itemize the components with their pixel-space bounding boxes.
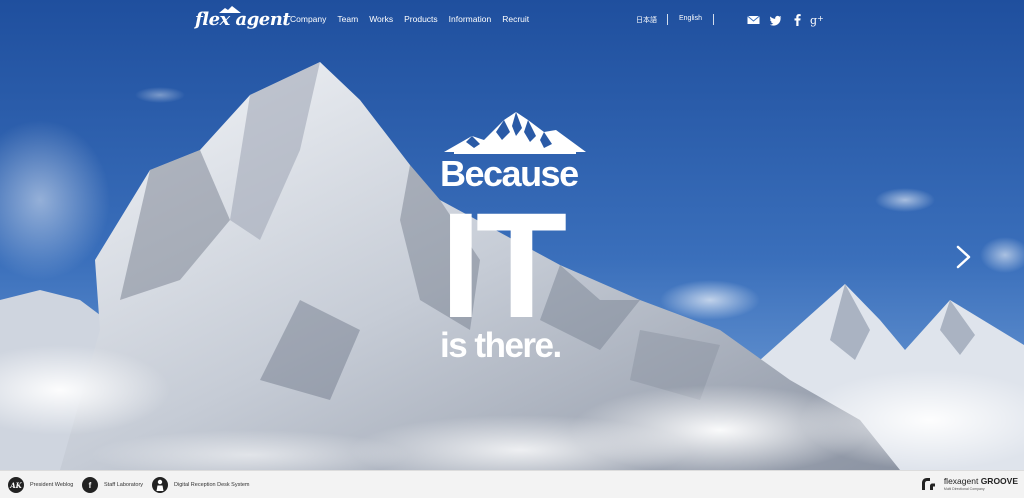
chevron-right-icon[interactable] [955, 244, 973, 270]
staff-laboratory-icon: f [82, 477, 98, 493]
groove-logo-icon [921, 477, 935, 490]
flexagent-logo[interactable]: flex agent [195, 6, 291, 30]
svg-text:g: g [810, 14, 817, 27]
svg-text:+: + [817, 14, 824, 23]
nav-item-team[interactable]: Team [337, 14, 358, 24]
logo-text: flex agent [195, 9, 291, 30]
reception-person-icon [152, 477, 168, 493]
language-english-link[interactable]: English [679, 15, 702, 22]
nav-item-information[interactable]: Information [449, 14, 492, 24]
footer-bar: AK President Weblog f Staff Laboratory D… [0, 470, 1024, 498]
slogan-mountain-icon [444, 112, 586, 154]
nav-item-company[interactable]: Company [290, 14, 326, 24]
nav-item-recruit[interactable]: Recruit [502, 14, 529, 24]
twitter-icon[interactable] [770, 13, 782, 27]
president-weblog-icon: AK [8, 477, 24, 493]
footer-link-staff-laboratory[interactable]: f Staff Laboratory [82, 477, 143, 493]
footer-link-president-weblog[interactable]: AK President Weblog [8, 477, 73, 493]
logo-mountain-icon [219, 6, 241, 13]
footer-link-label: Staff Laboratory [104, 482, 144, 488]
main-nav: Company Team Works Products Information … [290, 14, 529, 24]
mail-icon[interactable] [747, 13, 760, 27]
slogan-line-is-there: is there. [440, 326, 562, 365]
facebook-icon[interactable] [794, 13, 801, 27]
slogan-line-it: IT [440, 181, 567, 349]
google-plus-icon[interactable]: g + [810, 13, 825, 27]
social-divider [713, 14, 714, 25]
footer-link-label: Digital Reception Desk System [174, 482, 250, 488]
nav-item-works[interactable]: Works [369, 14, 393, 24]
groove-brand: flexagent GROOVE [943, 476, 1018, 486]
language-japanese-link[interactable]: 日本語 [636, 15, 657, 25]
nav-item-products[interactable]: Products [404, 14, 438, 24]
footer-link-label: President Weblog [30, 482, 74, 488]
footer-link-reception-desk[interactable]: Digital Reception Desk System [152, 477, 250, 493]
language-divider [667, 14, 668, 25]
flexagent-groove-logo[interactable]: flexagent GROOVE Multi Directional Compa… [921, 476, 1018, 491]
groove-tagline: Multi Directional Company [943, 487, 985, 491]
